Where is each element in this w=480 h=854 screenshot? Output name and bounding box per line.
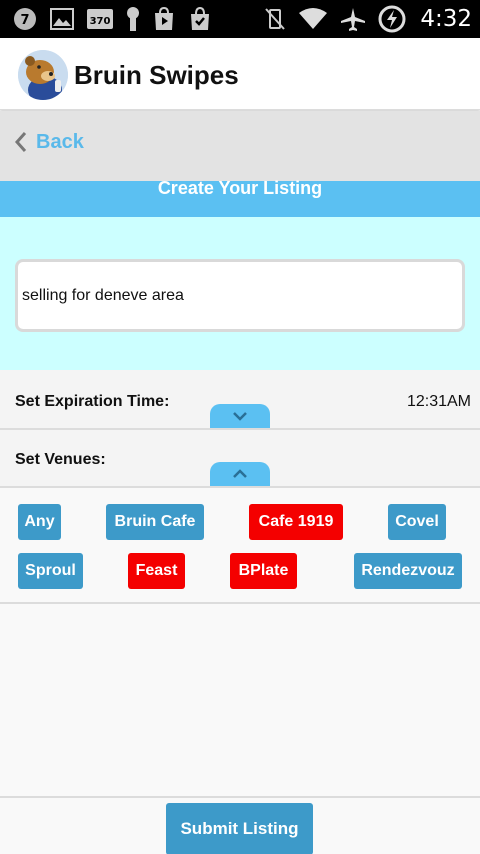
venue-label: Cafe 1919 — [258, 513, 334, 530]
venues-row: Set Venues: — [0, 430, 480, 486]
expiration-expand-button[interactable] — [210, 404, 270, 428]
venue-feast-button[interactable]: Feast — [128, 553, 185, 589]
chevron-left-icon — [14, 131, 28, 153]
listing-title: Create Your Listing — [157, 178, 323, 198]
description-area — [0, 217, 480, 370]
expiration-time-value[interactable]: 12:31AM — [407, 393, 471, 411]
listing-header: Create Your Listing — [0, 178, 480, 217]
shopping-bag-icon — [188, 7, 212, 31]
venue-bplate-button[interactable]: BPlate — [230, 553, 297, 589]
venue-label: Bruin Cafe — [114, 513, 196, 530]
expiration-row: Set Expiration Time: 12:31AM — [0, 370, 480, 428]
venue-covel-button[interactable]: Covel — [388, 504, 446, 540]
news-370-icon: 370 — [86, 7, 114, 31]
divider — [0, 486, 480, 488]
back-label: Back — [36, 130, 84, 153]
venue-label: Rendezvouz — [361, 562, 455, 579]
venue-label: BPlate — [238, 562, 289, 579]
status-bar: 7 370 4:32 — [0, 0, 480, 38]
back-button[interactable]: Back — [14, 127, 84, 157]
app-title: Bruin Swipes — [74, 60, 239, 90]
notification-icons: 7 370 — [12, 6, 212, 32]
wifi-icon — [298, 7, 328, 31]
listing-description-input[interactable] — [15, 259, 465, 332]
image-icon — [50, 8, 74, 30]
bruin-bear-logo — [18, 50, 68, 100]
submit-listing-button[interactable]: Submit Listing — [166, 803, 313, 854]
venue-sproul-button[interactable]: Sproul — [18, 553, 83, 589]
venue-label: Any — [24, 513, 55, 530]
divider — [0, 602, 480, 604]
app-bar: Bruin Swipes — [0, 38, 480, 110]
venue-rendezvouz-button[interactable]: Rendezvouz — [354, 553, 462, 589]
play-store-icon — [152, 7, 176, 31]
airplane-mode-icon — [340, 6, 366, 32]
venues-label: Set Venues: — [15, 451, 106, 468]
venue-any-button[interactable]: Any — [18, 504, 61, 540]
chevron-up-icon — [233, 469, 247, 478]
status-clock: 4:32 — [420, 6, 472, 32]
badge-370-text: 370 — [90, 16, 111, 27]
venue-label: Covel — [395, 513, 439, 530]
back-bar: Back — [0, 111, 480, 181]
expiration-label: Set Expiration Time: — [15, 393, 170, 410]
keyhole-icon — [126, 6, 140, 32]
venue-label: Feast — [135, 562, 178, 579]
battery-charging-icon — [378, 5, 406, 33]
vibrate-off-icon — [264, 7, 286, 31]
venue-label: Sproul — [25, 562, 76, 579]
venue-cafe-1919-button[interactable]: Cafe 1919 — [249, 504, 343, 540]
venues-collapse-button[interactable] — [210, 462, 270, 486]
badge-7-text: 7 — [20, 13, 29, 28]
system-icons: 4:32 — [264, 4, 472, 34]
chevron-down-icon — [233, 412, 247, 421]
submit-bar: Submit Listing — [0, 796, 480, 854]
notification-7-icon: 7 — [12, 6, 38, 32]
venue-bruin-cafe-button[interactable]: Bruin Cafe — [106, 504, 204, 540]
